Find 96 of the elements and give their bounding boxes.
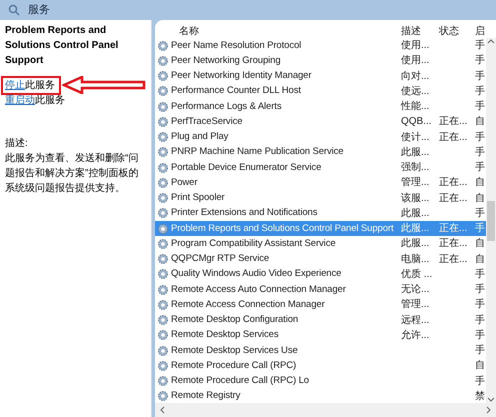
column-header[interactable]: 状态 (439, 26, 459, 36)
table-cell-text: 使用... (401, 54, 430, 68)
column-header[interactable]: 描述 (401, 26, 421, 36)
scroll-right-icon[interactable] (486, 406, 492, 414)
table-cell-text: 手 (475, 70, 485, 84)
service-name: Printer Extensions and Notifications (171, 206, 318, 220)
table-cell-text: 手 (475, 100, 485, 114)
table-cell-text: 强制... (401, 160, 430, 176)
service-name: QQPCMgr RTP Service (171, 252, 270, 266)
table-cell-text: 禁 (475, 390, 485, 404)
table-cell-text: 手 (475, 328, 485, 343)
table-cell-text: 手 (475, 282, 485, 298)
search-icon (8, 4, 20, 16)
action-text: 重启动此服务 (5, 94, 65, 108)
service-name: Remote Access Connection Manager (171, 298, 325, 312)
table-cell-text: 手 (475, 160, 485, 176)
service-name: Print Spooler (171, 191, 225, 205)
action-link[interactable]: 停止 (5, 80, 25, 91)
service-name: Remote Desktop Services (171, 328, 279, 342)
table-cell-text: 向对... (401, 70, 430, 84)
table-cell-text: 使计... (401, 130, 430, 145)
gear-icon (157, 222, 169, 235)
service-name: Remote Desktop Services Use (171, 344, 298, 358)
table-cell-text: 此服... (401, 236, 430, 252)
table-cell-text: 手 (475, 206, 485, 221)
table-cell-text: 自 (475, 115, 485, 130)
table-cell-text: 自 (475, 176, 485, 190)
service-name: Power (171, 176, 198, 190)
table-cell-text: 手 (475, 146, 485, 160)
table-cell-text: 该服... (401, 192, 430, 206)
table-cell-text: 管理... (401, 298, 430, 312)
table-cell-text: 远程... (401, 314, 430, 328)
table-cell-text: 手 (475, 222, 485, 236)
table-cell-text: 正在... (439, 115, 468, 130)
window-title: 服务 (28, 2, 50, 18)
service-name: Remote Procedure Call (RPC) Lo (171, 374, 309, 388)
scroll-down-icon[interactable] (487, 397, 495, 403)
action-text: 停止此服务 (5, 78, 55, 93)
service-name: Program Compatibility Assistant Service (171, 236, 336, 251)
service-name: Remote Desktop Configuration (171, 313, 298, 327)
service-name: Performance Logs & Alerts (171, 100, 282, 114)
table-cell-text: 自 (475, 237, 485, 252)
table-cell-text: 手 (475, 344, 485, 358)
table-cell-text: 电脑... (401, 252, 430, 267)
table-cell-text: 正在... (439, 176, 468, 190)
service-name: Performance Counter DLL Host (171, 84, 301, 98)
table-cell-text: 正在... (439, 192, 468, 206)
table-cell-text: 自 (475, 252, 485, 267)
table-cell-text: 正在... (439, 252, 468, 267)
table-cell-text: 此服... (401, 146, 430, 160)
column-header[interactable]: 名称 (179, 26, 199, 36)
table-cell-text: 无论... (401, 283, 430, 298)
table-cell-text: 此服... (401, 222, 430, 236)
column-header[interactable]: 启 (475, 26, 485, 36)
table-cell-text: QQB... (401, 115, 432, 130)
scroll-left-icon[interactable] (159, 406, 165, 414)
service-name: PerfTraceService (171, 114, 242, 129)
table-cell-text: 正在... (439, 130, 468, 145)
service-name: Portable Device Enumerator Service (171, 160, 322, 174)
table-cell-text: 管理... (401, 176, 430, 190)
service-title: Problem Reports and Solutions Control Panel Support (5, 24, 120, 68)
table-cell-text: 使用... (401, 39, 430, 54)
table-cell-text: 允许... (401, 328, 430, 343)
table-cell-text: 正在... (439, 222, 468, 236)
table-cell-text: 手 (475, 314, 485, 328)
table-cell-text: 手 (475, 84, 485, 99)
service-name: Remote Access Auto Connection Manager (171, 282, 346, 296)
table-cell-text: 自 (475, 359, 485, 374)
service-name: Peer Networking Grouping (171, 54, 281, 68)
table-cell-text: 手 (475, 268, 485, 282)
table-cell-text: 正在... (439, 237, 468, 252)
service-name: Problem Reports and Solutions Control Panel Support (171, 222, 394, 236)
service-name: Remote Registry (171, 389, 240, 404)
table-cell-text: 手 (475, 54, 485, 68)
description-label: 描述: (5, 136, 29, 151)
service-name: Peer Networking Identity Manager (171, 69, 312, 83)
table-cell-text: 手 (475, 298, 485, 312)
table-cell-text: 性能... (401, 100, 430, 114)
table-cell-text: 此服... (401, 206, 430, 221)
horizontal-scrollbar[interactable] (155, 403, 496, 417)
service-name: Quality Windows Audio Video Experience (171, 267, 342, 282)
table-cell-text: 手 (475, 374, 485, 389)
service-name: PNRP Machine Name Publication Service (171, 145, 344, 160)
service-name: Remote Procedure Call (RPC) (171, 358, 296, 373)
table-cell-text: 手 (475, 130, 485, 145)
table-cell-text: 自 (475, 192, 485, 206)
description-text: 此服务为查看、发送和删除“问题报告和解决方案”控制面板的系统级问题报告提供支持。 (5, 152, 140, 196)
table-cell-text: 使远... (401, 84, 430, 99)
table-cell-text: 手 (475, 38, 485, 54)
service-name: Peer Name Resolution Protocol (171, 38, 302, 52)
table-cell-text: 优质 ... (401, 268, 432, 282)
vertical-scrollbar[interactable] (486, 38, 496, 403)
scrollbar-thumb[interactable] (487, 200, 495, 240)
service-name: Plug and Play (171, 130, 228, 144)
scroll-up-icon[interactable] (487, 38, 495, 44)
action-link[interactable]: 重启动 (5, 95, 35, 106)
